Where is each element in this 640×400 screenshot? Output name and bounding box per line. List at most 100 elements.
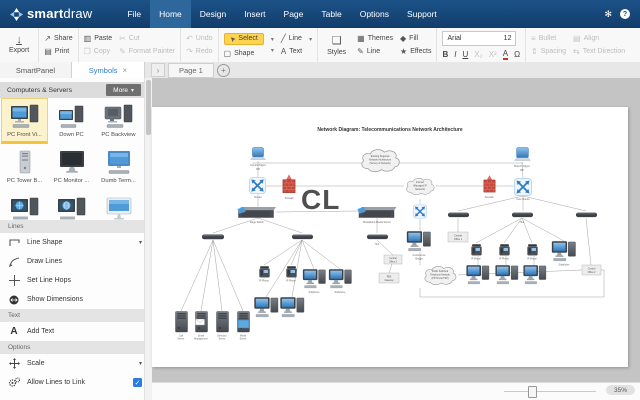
diagram-node-firewall-right[interactable]: Firewall [484,175,495,199]
close-symbols-tab-icon[interactable]: × [123,66,128,75]
prev-page-button[interactable]: › [151,63,165,77]
diagram-node-cloud-internet[interactable]: Internet (Managed IP Network) [407,178,435,194]
zoom-slider-handle[interactable] [528,386,537,398]
diagram-node-pc-4[interactable] [281,297,304,316]
add-page-button[interactable]: + [217,64,230,77]
page[interactable]: Network Diagram: Telecommunications Netw… [152,107,628,367]
bold-button[interactable]: B [442,50,448,59]
menu-item-file[interactable]: File [118,0,150,28]
diagram-node-server-1[interactable]: Call Server [176,312,188,341]
line-style-button[interactable]: ✎Line [357,47,393,56]
zoom-level-badge[interactable]: 35% [606,385,635,395]
text-tool-button[interactable]: AText [281,47,302,56]
diagram-node-laptop-right[interactable]: Branch Mgmt ISP [514,148,530,172]
show-dimensions-item[interactable]: Show Dimensions [0,290,152,309]
styles-button[interactable]: ❑ Styles [323,34,350,56]
diagram-node-firewall-left[interactable]: Firewall [283,174,295,200]
italic-button[interactable]: I [454,50,456,59]
diagram-node-router-left[interactable]: Router [249,177,265,199]
diagram-node-hub-l2[interactable] [292,235,313,240]
diagram-node-edge-switch[interactable]: Edge Switch [238,207,276,224]
diagram-title[interactable]: Network Diagram: Telecommunications Netw… [317,127,463,133]
diagram-node-laptop-left[interactable]: Central Mgmt ISP [250,148,266,172]
app-logo[interactable]: smartdraw [10,5,92,23]
paste-button[interactable]: ▥Paste [84,34,112,43]
line-tool-button[interactable]: ╱Line [281,34,302,43]
allow-lines-to-link-item[interactable]: Allow Lines to Link ✓ [0,373,152,392]
diagram-node-media-server[interactable]: Broadband Media Server [358,207,397,224]
diagram-node-pc-r3[interactable] [524,265,546,283]
scale-item[interactable]: Scale ▾ [0,354,152,373]
diagram-node-ip-phone-r1[interactable]: IP Phone [471,244,481,260]
symbol-dumb-terminal[interactable]: Dumb Term... [95,144,142,190]
fill-button[interactable]: ◆Fill [400,34,431,43]
canvas-workspace[interactable]: Network Diagram: Telecommunications Netw… [152,78,640,383]
underline-button[interactable]: U [462,50,468,59]
panel-scrollbar-thumb[interactable] [146,80,151,135]
symbol-down-pc[interactable]: Down PC [48,98,95,144]
menu-item-insert[interactable]: Insert [235,0,274,28]
symbol-pc-tower[interactable]: PC Tower B... [1,144,48,190]
symbol-pc-monitor[interactable]: PC Monitor ... [48,144,95,190]
line-shape-item[interactable]: Line Shape ▾ [0,233,152,252]
shape-tool-caret-icon[interactable]: ▾ [271,47,274,54]
typed-text[interactable]: CL [301,184,340,215]
diagram-node-cloud-pstn[interactable]: Public Switched Telephone Network (PSTN … [425,266,456,284]
diagram-label-box-3[interactable]: Central Office 3 [384,255,402,264]
diagram-node-hub-r3[interactable] [576,213,597,218]
zoom-slider-track[interactable] [504,391,596,392]
panel-scrollbar[interactable] [144,78,152,400]
shape-tool-button[interactable]: ▢Shape [224,49,264,58]
tab-symbols[interactable]: Symbols × [72,62,145,78]
diagram-label-box-1[interactable]: Central Office 1 [448,232,468,242]
diagram-node-pc-2[interactable]: Softphone [329,269,351,294]
menu-item-home[interactable]: Home [150,0,191,28]
symbol-flat-monitor[interactable] [95,190,142,220]
diagram-node-hub-l1[interactable] [202,235,224,240]
insert-symbol-button[interactable]: Ω [514,50,520,59]
diagram-node-server-3[interactable]: Directory Server [217,312,229,341]
diagram-node-pc-3[interactable] [255,297,278,316]
menu-item-support[interactable]: Support [398,0,446,28]
tab-smartpanel[interactable]: SmartPanel [0,62,72,78]
menu-item-options[interactable]: Options [351,0,398,28]
help-icon[interactable]: ? [620,9,630,19]
diagram-node-pc-1[interactable]: Softphone [303,269,325,294]
line-shape-caret-icon[interactable]: ▾ [139,239,142,246]
diagram-label-box-4[interactable]: PBX Gateway [379,273,399,283]
print-button[interactable]: ▤Print [44,47,72,56]
more-symbols-button[interactable]: More▾ [106,84,141,96]
diagram-node-server-2[interactable]: Email Management [194,312,208,341]
diagram-node-pc-r0[interactable]: Softphone [552,241,575,266]
symbol-workstation-globe-2[interactable] [48,190,95,220]
menu-item-design[interactable]: Design [191,0,235,28]
font-color-button[interactable]: A [503,50,508,60]
export-button[interactable]: ↓ Export [5,36,33,54]
notifications-icon[interactable]: ✻ [604,9,612,20]
set-line-hops-item[interactable]: Set Line Hops [0,271,152,290]
tab-page-1[interactable]: Page 1 [168,63,214,78]
diagram-node-ip-phone-1[interactable]: IP Phone [259,266,269,282]
diagram-node-pc-r2[interactable] [496,265,518,283]
diagram-node-server-4[interactable]: Media Server [238,312,250,341]
symbol-pc-front-view[interactable]: PC Front Vi... [1,98,48,144]
menu-item-page[interactable]: Page [275,0,313,28]
symbol-workstation-globe[interactable] [1,190,48,220]
line-tool-caret-icon[interactable]: ▾ [309,36,312,43]
select-tool-caret-icon[interactable]: ▾ [271,36,274,43]
diagram-node-conference-bridge[interactable]: Conference Bridge [407,231,430,260]
diagram-node-hub-r1[interactable] [448,213,469,218]
diagram-node-cloud-top[interactable]: Existing Regional Network Architecture (… [362,150,399,172]
scale-caret-icon[interactable]: ▾ [139,360,142,367]
font-family-select[interactable]: Arial12 [442,31,516,46]
diagram-node-ip-phone-r2[interactable]: IP Phone [499,244,509,260]
effects-button[interactable]: ★Effects [400,47,431,56]
diagram-node-ip-phone-r3[interactable]: IP Phone [527,244,537,260]
diagram-node-ip-phone-2[interactable]: IP Phone [286,266,296,282]
menu-item-table[interactable]: Table [312,0,350,28]
themes-button[interactable]: ▦Themes [357,34,393,43]
diagram-node-router-right[interactable]: Core Router [515,179,532,202]
symbol-pc-backview[interactable]: PC Backview [95,98,142,144]
allow-lines-to-link-checkbox[interactable]: ✓ [133,378,142,387]
font-size-value[interactable]: 12 [504,35,512,42]
